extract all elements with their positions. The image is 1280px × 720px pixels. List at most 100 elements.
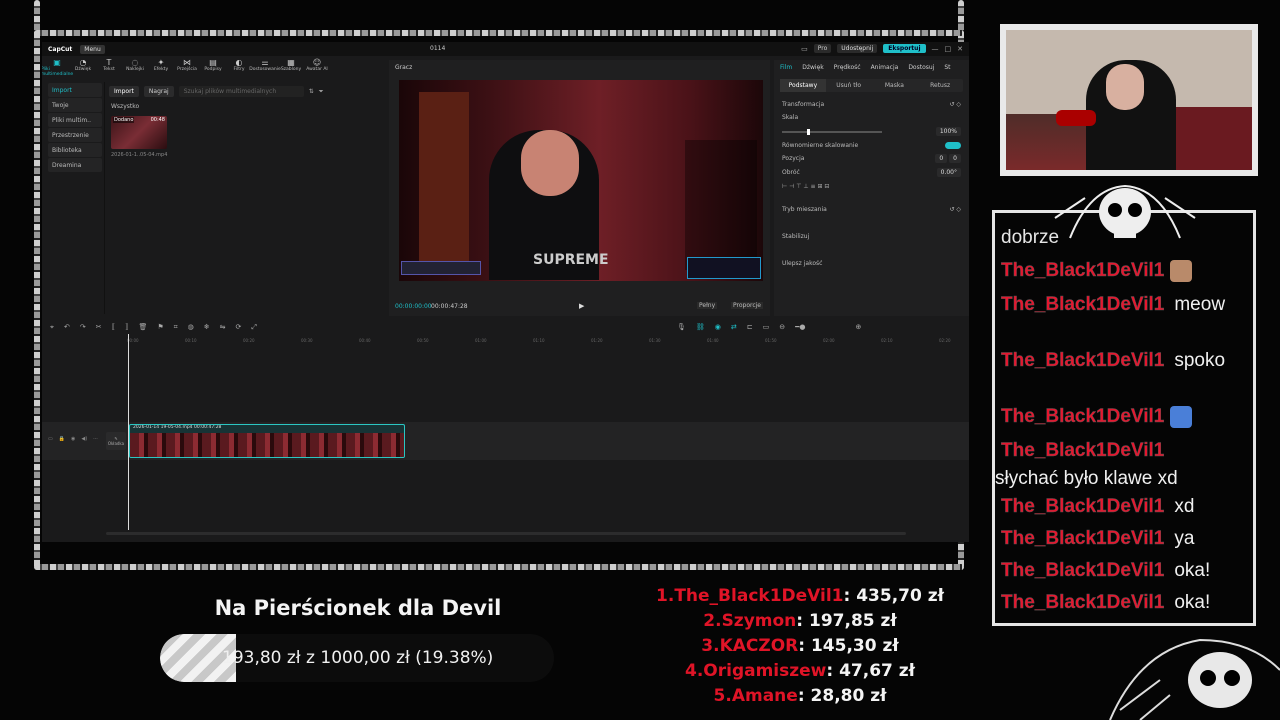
chat-username[interactable]: The_Black1DeVil1 [1001, 496, 1165, 517]
split-icon[interactable]: ✂ [96, 323, 102, 331]
tool-effects[interactable]: ✦ Efekty [150, 58, 172, 80]
stabilize-label[interactable]: Stabilizuj [782, 233, 809, 240]
crop-icon[interactable]: ⌗ [174, 323, 178, 332]
share-button[interactable]: Udostępnij [837, 44, 878, 53]
scale-slider[interactable] [782, 128, 882, 135]
position-x-input[interactable]: 0 [935, 154, 948, 163]
play-icon[interactable]: ▶ [579, 302, 584, 310]
menu-button[interactable]: Menu [80, 44, 105, 54]
chat-username[interactable]: The_Black1DeVil1 [1001, 406, 1165, 427]
rotate-input[interactable]: 0.00° [936, 168, 961, 177]
tool-transitions[interactable]: ⋈ Przejścia [176, 58, 198, 80]
tool-text[interactable]: T Tekst [98, 58, 120, 80]
reset-icon[interactable]: ↺ ◇ [949, 101, 961, 108]
chat-username[interactable]: The_Black1DeVil1 [1001, 560, 1165, 581]
chat-username[interactable]: The_Black1DeVil1 [1001, 528, 1165, 549]
align-buttons[interactable]: ⊢ ⊣ ⊤ ⊥ ≡ ⊞ ⊟ [774, 180, 969, 193]
tab-adjust[interactable]: Dostosuj [908, 64, 934, 71]
timeline-scrollbar[interactable] [106, 532, 906, 535]
select-icon[interactable]: ⌖ [50, 323, 54, 332]
zoom-out-icon[interactable]: ⊖ [779, 323, 785, 331]
media-thumbnail[interactable]: Dodano 00:48 [111, 116, 167, 149]
subtab-retouch[interactable]: Retusz [917, 79, 963, 92]
tab-speed[interactable]: Prędkość [834, 64, 861, 71]
caption-icon[interactable]: ▭ [763, 323, 770, 331]
freeze-icon[interactable]: ❄ [204, 323, 210, 331]
tool-captions[interactable]: ▤ Podpisy [202, 58, 224, 80]
tool-media[interactable]: ▣ Pliki multimedialne [42, 58, 73, 80]
speaker-icon[interactable]: ◀) [81, 436, 87, 442]
uniform-scale-toggle[interactable] [945, 142, 961, 149]
sidebar-item-library[interactable]: Biblioteka [48, 143, 102, 157]
track-visibility-icon[interactable]: ▭ [48, 436, 53, 442]
sidebar-item-yours[interactable]: Twoje [48, 98, 102, 112]
tab-animation[interactable]: Animacja [871, 64, 899, 71]
subtab-remove-bg[interactable]: Usuń tło [826, 79, 872, 92]
pro-button[interactable]: Pro [813, 44, 832, 53]
scale-value[interactable]: 100% [935, 127, 961, 136]
fullscreen-mode-button[interactable]: Pełny [697, 302, 718, 309]
timeline-ruler[interactable]: 00:00 00:10 00:20 00:30 00:40 00:50 01:0… [127, 336, 969, 346]
more-icon[interactable]: ⋯ [93, 436, 98, 442]
maximize-icon[interactable]: □ [945, 45, 952, 53]
redo-icon[interactable]: ↷ [80, 323, 86, 331]
media-search-input[interactable]: Szukaj plików multimedialnych [178, 86, 304, 97]
undo-icon[interactable]: ↶ [64, 323, 70, 331]
sidebar-item-media[interactable]: Pliki multim.. [48, 113, 102, 127]
zoom-fit-icon[interactable]: ⊕ [855, 323, 861, 331]
import-button[interactable]: Import [109, 86, 139, 97]
mask-icon[interactable]: ◍ [188, 323, 194, 331]
chat-username[interactable]: The_Black1DeVil1 [1001, 440, 1165, 461]
marker-icon[interactable]: ⚑ [157, 323, 163, 331]
chat-message: The_Black1DeVil1 oka! [1001, 557, 1210, 585]
sidebar-item-dreamina[interactable]: Dreamina [48, 158, 102, 172]
resize-icon[interactable]: ⤢ [251, 323, 257, 332]
delete-icon[interactable]: 🗑 [139, 323, 148, 331]
video-clip[interactable]: 2026-01-14 19-05-04.mp4 00:00:47:28 [129, 424, 405, 458]
tool-audio[interactable]: ◔ Dźwięk [72, 58, 94, 80]
timeline-toolbar: ⌖ ↶ ↷ ✂ ⟦ ⟧ 🗑 ⚑ ⌗ ◍ ❄ ⇋ ⟳ ⤢ 🎙 ⛓ ◉ ⇄ ⊏ ▭ … [42, 320, 969, 334]
position-y-input[interactable]: 0 [949, 154, 961, 163]
tool-templates[interactable]: ▦ Szablony [280, 58, 302, 80]
filter-icon[interactable]: ⏷ [319, 88, 324, 96]
reset-icon[interactable]: ↺ ◇ [949, 206, 961, 213]
tool-adjust[interactable]: ⚌ Dostosowanie [249, 58, 281, 80]
mirror-icon[interactable]: ⇋ [220, 323, 226, 331]
blend-mode-label[interactable]: Tryb mieszania [782, 206, 827, 213]
eye-icon[interactable]: ◉ [71, 436, 75, 442]
tab-more[interactable]: St [944, 64, 950, 71]
split-right-icon[interactable]: ⟧ [125, 323, 128, 331]
tool-avatar[interactable]: ☺ Awatar AI [306, 58, 328, 80]
cover-button[interactable]: ✎ Okładka [106, 432, 126, 450]
sort-icon[interactable]: ⇅ [309, 88, 314, 95]
layout-icon[interactable]: ▭ [801, 45, 808, 53]
link-icon[interactable]: ⛓ [696, 323, 705, 331]
tool-filters[interactable]: ◐ Filtry [228, 58, 250, 80]
mic-icon[interactable]: 🎙 [677, 323, 686, 331]
video-preview[interactable]: SUPREME [399, 80, 763, 281]
preview-axis-icon[interactable]: ⊏ [747, 323, 753, 331]
export-button[interactable]: Eksportuj [883, 44, 926, 53]
aspect-ratio-button[interactable]: Proporcje [731, 302, 763, 309]
tab-video[interactable]: Film [780, 64, 792, 71]
enhance-label[interactable]: Ulepsz jakość [782, 260, 822, 267]
rotate-icon[interactable]: ⟳ [236, 323, 242, 331]
subtab-mask[interactable]: Maska [872, 79, 918, 92]
split-left-icon[interactable]: ⟦ [112, 323, 115, 331]
record-button[interactable]: Nagraj [143, 86, 174, 97]
minimize-icon[interactable]: — [932, 45, 939, 53]
magnet-icon[interactable]: ◉ [715, 323, 721, 331]
sidebar-item-import[interactable]: Import [48, 83, 102, 97]
chat-username[interactable]: The_Black1DeVil1 [1001, 350, 1165, 371]
close-icon[interactable]: ✕ [957, 45, 963, 53]
tab-audio[interactable]: Dźwięk [802, 64, 824, 71]
subtab-basic[interactable]: Podstawy [780, 79, 826, 92]
playhead[interactable] [128, 334, 129, 530]
snap-icon[interactable]: ⇄ [731, 323, 737, 331]
chat-username[interactable]: The_Black1DeVil1 [1001, 260, 1165, 281]
zoom-slider[interactable]: ━● [795, 323, 805, 331]
sidebar-item-spaces[interactable]: Przestrzenie [48, 128, 102, 142]
lock-icon[interactable]: 🔒 [59, 436, 65, 442]
tool-stickers[interactable]: ◌ Naklejki [124, 58, 146, 80]
chat-username[interactable]: The_Black1DeVil1 [1001, 294, 1165, 315]
